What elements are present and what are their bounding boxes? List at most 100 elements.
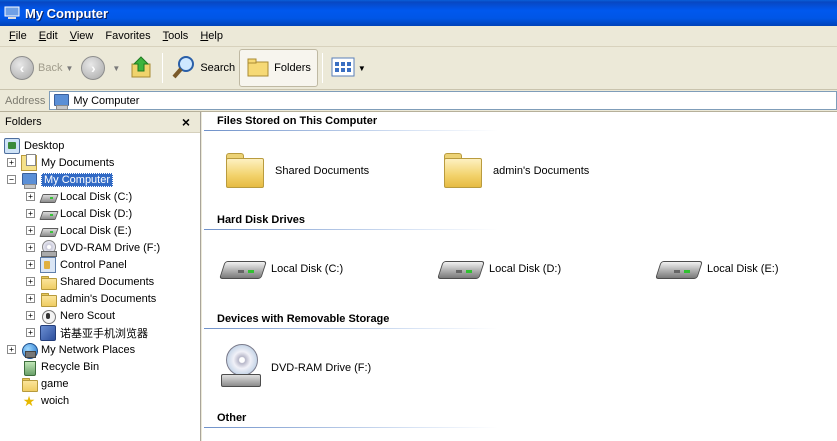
group-divider bbox=[204, 427, 498, 428]
desktop-icon bbox=[4, 137, 20, 154]
close-icon[interactable]: × bbox=[182, 115, 190, 129]
nokia-browser-icon bbox=[40, 324, 56, 341]
chevron-down-icon: ▼ bbox=[112, 63, 121, 73]
folder-icon bbox=[222, 147, 270, 195]
up-button[interactable] bbox=[124, 50, 158, 86]
address-input[interactable]: My Computer bbox=[49, 91, 837, 110]
hard-disk-icon bbox=[40, 189, 56, 205]
network-places-icon bbox=[21, 342, 38, 359]
expand-icon[interactable]: + bbox=[26, 277, 35, 286]
menu-bar: File Edit View Favorites Tools Help bbox=[0, 26, 837, 47]
title-bar[interactable]: My Computer bbox=[0, 0, 837, 26]
tree-item-nokia-browser[interactable]: + 诺基亚手机浏览器 bbox=[26, 324, 148, 341]
tree-item-local-disk-c[interactable]: + Local Disk (C:) bbox=[26, 188, 132, 205]
tree-item-dvd-ram-drive[interactable]: + DVD-RAM Drive (F:) bbox=[26, 239, 160, 257]
my-computer-icon bbox=[53, 93, 70, 110]
expand-icon[interactable]: + bbox=[26, 226, 35, 235]
folder-icon bbox=[440, 147, 488, 195]
back-button[interactable]: ‹ Back ▼ bbox=[6, 50, 77, 86]
my-computer-icon bbox=[4, 6, 20, 20]
group-divider bbox=[204, 229, 498, 230]
dvd-drive-icon bbox=[218, 344, 266, 392]
group-divider bbox=[204, 130, 498, 131]
expand-icon[interactable]: + bbox=[26, 209, 35, 218]
group-title-removable-storage: Devices with Removable Storage bbox=[217, 313, 390, 325]
expand-icon[interactable]: + bbox=[26, 328, 35, 337]
item-local-disk-c[interactable]: Local Disk (C:) bbox=[218, 245, 343, 293]
item-dvd-ram-drive[interactable]: DVD-RAM Drive (F:) bbox=[218, 344, 371, 392]
tree-item-my-computer[interactable]: − My Computer bbox=[7, 171, 114, 189]
item-local-disk-e[interactable]: Local Disk (E:) bbox=[654, 245, 779, 293]
control-panel-icon bbox=[40, 256, 56, 273]
hard-disk-icon bbox=[654, 245, 702, 293]
back-arrow-icon: ‹ bbox=[10, 56, 34, 80]
toolbar-separator bbox=[162, 53, 164, 83]
hard-disk-icon bbox=[40, 206, 56, 222]
folders-label: Folders bbox=[274, 62, 311, 74]
views-icon bbox=[331, 57, 355, 80]
my-documents-icon bbox=[21, 153, 37, 171]
item-local-disk-d[interactable]: Local Disk (D:) bbox=[436, 245, 561, 293]
folders-pane: Folders × Desktop + My Documents − My Co… bbox=[0, 112, 201, 441]
hard-disk-icon bbox=[218, 245, 266, 293]
search-label: Search bbox=[200, 62, 236, 74]
search-button[interactable]: Search bbox=[167, 50, 239, 86]
expand-icon[interactable]: + bbox=[7, 158, 16, 167]
item-admins-documents[interactable]: admin's Documents bbox=[440, 147, 589, 195]
folder-icon bbox=[40, 274, 57, 290]
item-shared-documents[interactable]: Shared Documents bbox=[222, 147, 369, 195]
menu-view[interactable]: View bbox=[64, 30, 100, 42]
folder-icon bbox=[21, 376, 38, 392]
expand-icon[interactable]: + bbox=[26, 311, 35, 320]
menu-edit[interactable]: Edit bbox=[33, 30, 64, 42]
tree-item-admins-documents[interactable]: + admin's Documents bbox=[26, 290, 156, 307]
tree-item-desktop[interactable]: Desktop bbox=[4, 137, 64, 154]
tree-item-local-disk-d[interactable]: + Local Disk (D:) bbox=[26, 205, 132, 222]
tree-item-recycle-bin[interactable]: Recycle Bin bbox=[7, 358, 99, 376]
tree-item-local-disk-e[interactable]: + Local Disk (E:) bbox=[26, 222, 132, 239]
address-value: My Computer bbox=[73, 94, 140, 107]
forward-arrow-icon: › bbox=[81, 56, 106, 80]
views-button[interactable]: ▼ bbox=[327, 50, 370, 86]
group-title-hard-disk-drives: Hard Disk Drives bbox=[217, 214, 306, 226]
tree-item-woich[interactable]: ★ woich bbox=[7, 392, 69, 409]
star-icon: ★ bbox=[22, 392, 36, 409]
nero-scout-icon bbox=[40, 308, 56, 324]
group-divider bbox=[204, 328, 498, 329]
tree-item-control-panel[interactable]: + Control Panel bbox=[26, 256, 127, 273]
tree-item-my-documents[interactable]: + My Documents bbox=[7, 153, 114, 171]
expand-icon[interactable]: + bbox=[26, 260, 35, 269]
hard-disk-icon bbox=[40, 223, 56, 239]
collapse-icon[interactable]: − bbox=[7, 175, 16, 184]
address-label: Address bbox=[5, 94, 46, 107]
tree-item-game[interactable]: game bbox=[7, 375, 69, 392]
expand-icon[interactable]: + bbox=[7, 345, 16, 354]
folders-pane-title: Folders bbox=[5, 116, 42, 128]
recycle-bin-icon bbox=[21, 359, 37, 376]
menu-file[interactable]: File bbox=[3, 30, 33, 42]
menu-tools[interactable]: Tools bbox=[157, 30, 195, 42]
folders-pane-header: Folders × bbox=[0, 112, 200, 133]
search-icon bbox=[171, 54, 197, 83]
expand-icon[interactable]: + bbox=[26, 243, 35, 252]
group-title-other: Other bbox=[217, 412, 247, 424]
chevron-down-icon: ▼ bbox=[65, 63, 74, 73]
folders-icon bbox=[246, 56, 270, 81]
tree-item-shared-documents[interactable]: + Shared Documents bbox=[26, 273, 154, 290]
folders-button[interactable]: Folders bbox=[239, 49, 318, 87]
tree-item-my-network-places[interactable]: + My Network Places bbox=[7, 341, 135, 359]
menu-help[interactable]: Help bbox=[194, 30, 229, 42]
folder-icon bbox=[40, 291, 57, 307]
forward-button[interactable]: › ▼ bbox=[77, 50, 124, 86]
expand-icon[interactable]: + bbox=[26, 294, 35, 303]
chevron-down-icon: ▼ bbox=[357, 63, 366, 73]
menu-favorites[interactable]: Favorites bbox=[99, 30, 156, 42]
group-title-files-stored: Files Stored on This Computer bbox=[217, 115, 378, 127]
my-computer-icon bbox=[21, 172, 37, 189]
up-folder-icon bbox=[128, 54, 154, 83]
expand-icon[interactable]: + bbox=[26, 192, 35, 201]
tree-item-nero-scout[interactable]: + Nero Scout bbox=[26, 307, 115, 324]
window-title: My Computer bbox=[25, 5, 109, 21]
toolbar: ‹ Back ▼ › ▼ Search Folders ▼ bbox=[0, 47, 837, 90]
content-pane: Files Stored on This Computer Shared Doc… bbox=[202, 112, 837, 441]
